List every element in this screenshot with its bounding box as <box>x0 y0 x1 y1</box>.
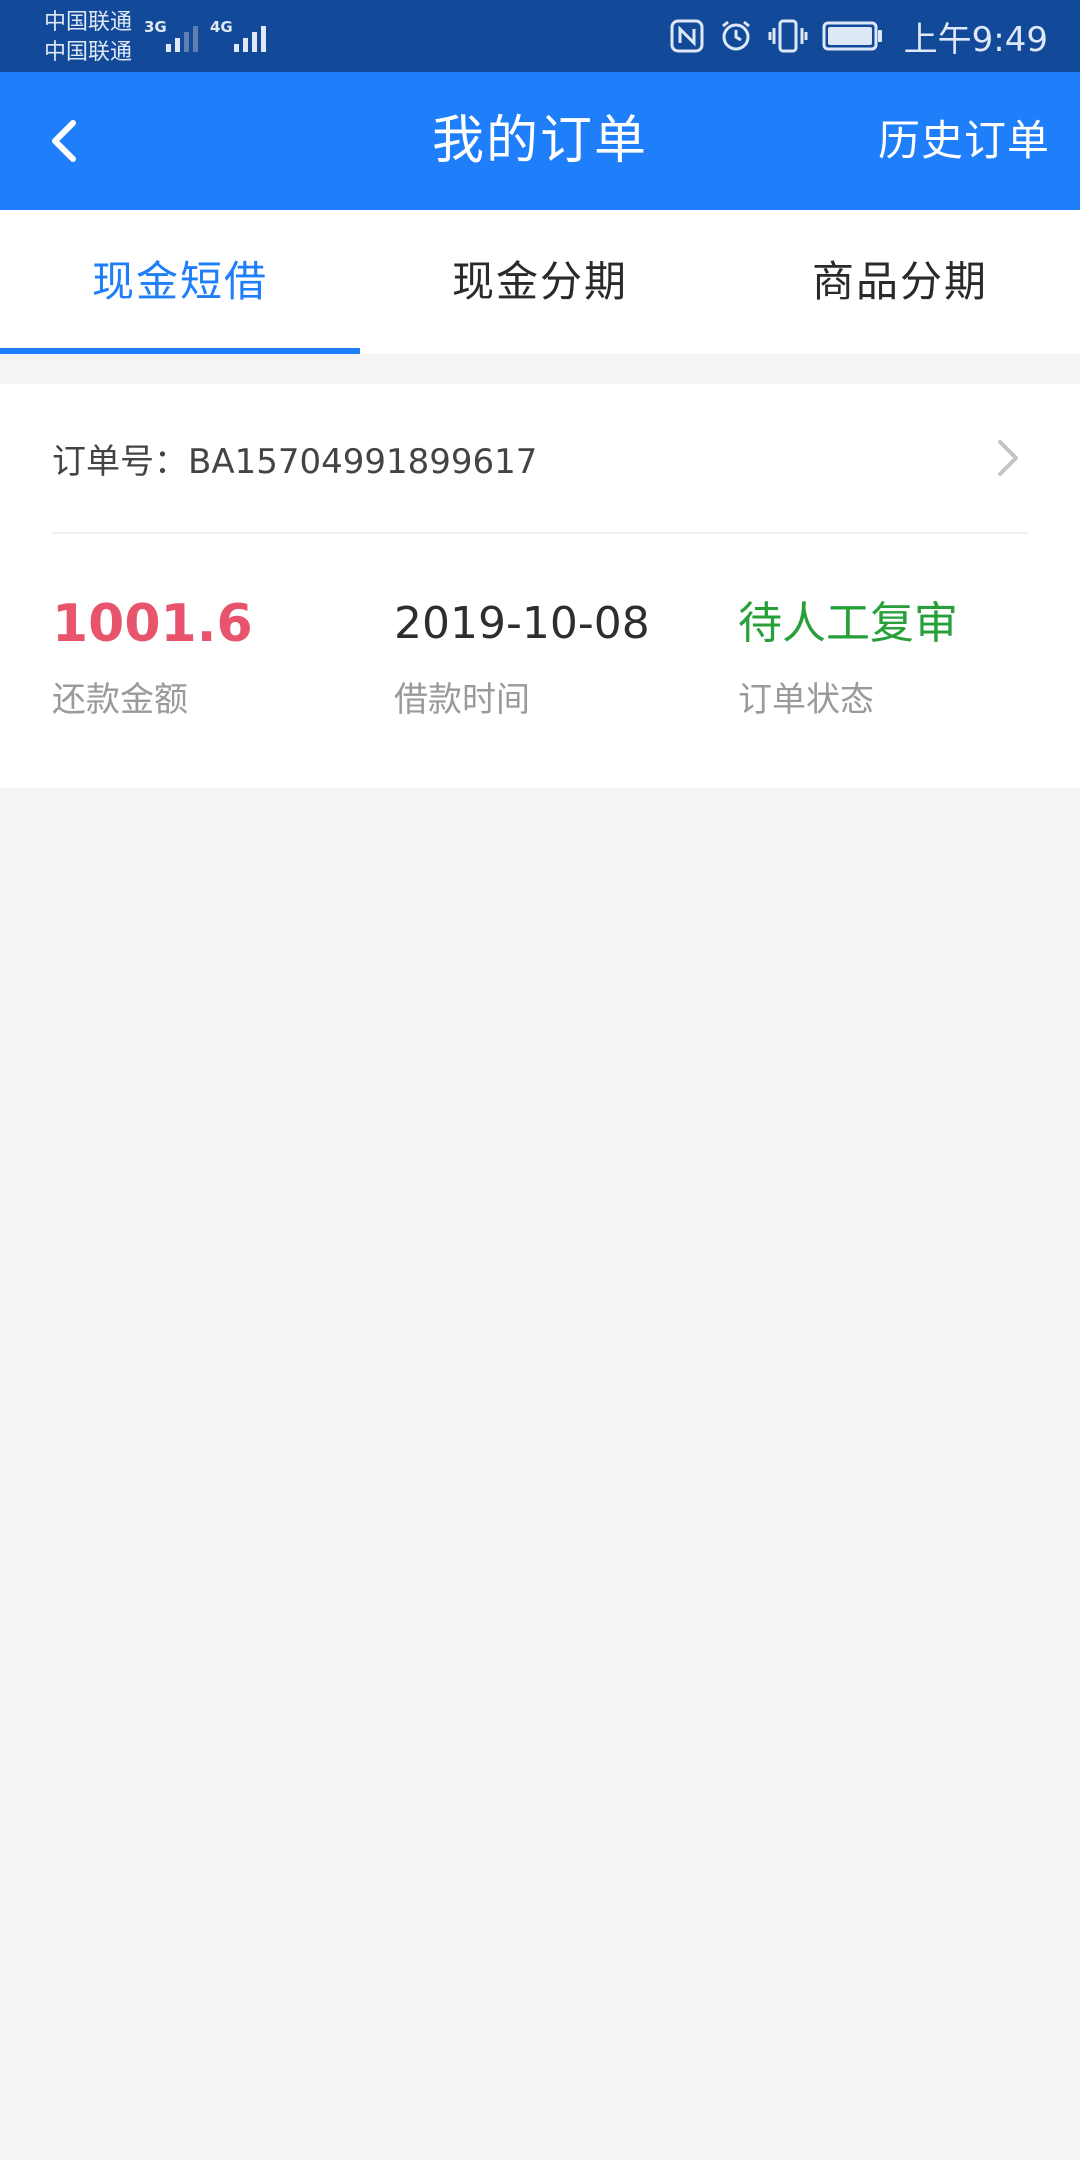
network-type-2: 4G <box>210 18 233 36</box>
carrier-info: 中国联通 中国联通 <box>44 8 132 68</box>
status-bar: 中国联通 中国联通 3G 4G 上午9:49 <box>0 0 1080 72</box>
signal-strength-2-icon <box>234 20 266 52</box>
repayment-amount-label: 还款金额 <box>52 680 188 720</box>
order-status: 待人工复审 <box>738 598 958 649</box>
vibrate-icon <box>768 18 808 54</box>
loan-date-label: 借款时间 <box>394 680 530 720</box>
tab-bar: 现金短借 现金分期 商品分期 <box>0 210 1080 354</box>
history-orders-button[interactable]: 历史订单 <box>878 72 1050 210</box>
clock: 上午9:49 <box>903 19 1048 60</box>
order-status-label: 订单状态 <box>738 680 874 720</box>
battery-icon <box>822 21 884 51</box>
order-status-block: 待人工复审 订单状态 <box>738 594 958 721</box>
chevron-right-icon <box>988 438 1028 478</box>
loan-date-block: 2019-10-08 借款时间 <box>394 594 650 721</box>
order-number: 订单号：BA15704991899617 <box>52 434 537 483</box>
tab-cash-installment[interactable]: 现金分期 <box>360 210 720 354</box>
order-number-label: 订单号： <box>52 441 188 482</box>
signal-strength-1-icon <box>166 20 198 52</box>
order-number-value: BA15704991899617 <box>188 441 538 482</box>
app-bar: 我的订单 历史订单 <box>0 72 1080 210</box>
network-type-1: 3G <box>144 18 167 36</box>
loan-date: 2019-10-08 <box>394 598 650 649</box>
order-card[interactable]: 订单号：BA15704991899617 1001.6 还款金额 2019-10… <box>0 384 1080 788</box>
carrier-2: 中国联通 <box>44 40 133 65</box>
alarm-icon <box>718 18 754 54</box>
status-icons: 上午9:49 <box>670 0 1048 72</box>
tab-cash-short-loan[interactable]: 现金短借 <box>0 210 360 354</box>
nfc-icon <box>670 19 704 53</box>
order-number-row[interactable]: 订单号：BA15704991899617 <box>52 384 1028 534</box>
repayment-amount: 1001.6 <box>52 594 253 654</box>
carrier-1: 中国联通 <box>44 10 133 35</box>
repayment-amount-block: 1001.6 还款金额 <box>52 594 253 721</box>
tab-goods-installment[interactable]: 商品分期 <box>720 210 1080 354</box>
